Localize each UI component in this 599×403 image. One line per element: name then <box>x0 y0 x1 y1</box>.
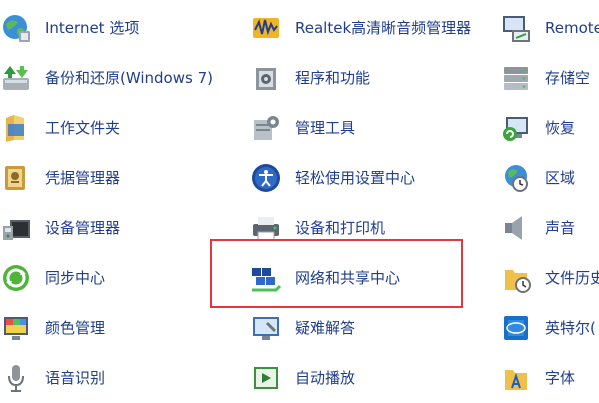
programs-features-icon <box>250 62 282 94</box>
item-label: 同步中心 <box>45 269 106 287</box>
item-remote-app[interactable]: Remote <box>500 3 599 53</box>
color-management-icon <box>0 312 32 344</box>
item-label: 语音识别 <box>45 369 106 387</box>
internet-options-icon <box>0 12 32 44</box>
item-label: 声音 <box>545 219 576 237</box>
item-label: 凭据管理器 <box>45 169 121 187</box>
item-label: 恢复 <box>545 119 576 137</box>
item-label: 备份和还原(Windows 7) <box>45 69 213 87</box>
intel-graphics-icon <box>500 312 532 344</box>
region-icon <box>500 162 532 194</box>
item-troubleshooting[interactable]: 疑难解答 <box>250 303 355 353</box>
item-label: 设备和打印机 <box>295 219 386 237</box>
admin-tools-icon <box>250 112 282 144</box>
remote-app-icon <box>500 12 532 44</box>
item-device-manager[interactable]: 设备管理器 <box>0 203 120 253</box>
item-sync-center[interactable]: 同步中心 <box>0 253 105 303</box>
item-internet-options[interactable]: Internet 选项 <box>0 3 139 53</box>
item-storage-spaces[interactable]: 存储空 <box>500 53 590 103</box>
autoplay-icon <box>250 362 282 394</box>
item-work-folders[interactable]: 工作文件夹 <box>0 103 120 153</box>
item-label: 程序和功能 <box>295 69 371 87</box>
item-label: 工作文件夹 <box>45 119 121 137</box>
file-history-icon <box>500 262 532 294</box>
item-admin-tools[interactable]: 管理工具 <box>250 103 355 153</box>
item-label: 字体 <box>545 369 576 387</box>
storage-spaces-icon <box>500 62 532 94</box>
item-label: 文件历史 <box>545 269 599 287</box>
item-region[interactable]: 区域 <box>500 153 575 203</box>
device-manager-icon <box>0 212 32 244</box>
item-realtek-audio[interactable]: Realtek高清晰音频管理器 <box>250 3 471 53</box>
item-programs-features[interactable]: 程序和功能 <box>250 53 370 103</box>
item-backup-restore[interactable]: 备份和还原(Windows 7) <box>0 53 213 103</box>
speech-recognition-icon <box>0 362 32 394</box>
item-label: Remote <box>545 19 599 37</box>
item-label: 轻松使用设置中心 <box>295 169 416 187</box>
item-label: 颜色管理 <box>45 319 106 337</box>
work-folders-icon <box>0 112 32 144</box>
backup-restore-icon <box>0 62 32 94</box>
item-label: Realtek高清晰音频管理器 <box>295 19 472 37</box>
item-intel-graphics[interactable]: 英特尔( <box>500 303 596 353</box>
recovery-icon <box>500 112 532 144</box>
item-label: 存储空 <box>545 69 591 87</box>
item-label: 英特尔( <box>545 319 596 337</box>
ease-of-access-icon <box>250 162 282 194</box>
troubleshooting-icon <box>250 312 282 344</box>
item-label: 管理工具 <box>295 119 356 137</box>
item-label: 区域 <box>545 169 576 187</box>
sound-icon <box>500 212 532 244</box>
item-autoplay[interactable]: 自动播放 <box>250 353 355 403</box>
item-label: 自动播放 <box>295 369 356 387</box>
control-panel-grid: Internet 选项 备份和还原(Windows 7) 工作文件夹 凭据管理器… <box>0 3 599 403</box>
realtek-audio-icon <box>250 12 282 44</box>
credential-manager-icon <box>0 162 32 194</box>
item-label: 设备管理器 <box>45 219 121 237</box>
sync-center-icon <box>0 262 32 294</box>
item-file-history[interactable]: 文件历史 <box>500 253 599 303</box>
item-fonts[interactable]: 字体 <box>500 353 575 403</box>
item-label: Internet 选项 <box>45 19 140 37</box>
item-speech-recognition[interactable]: 语音识别 <box>0 353 105 403</box>
item-recovery[interactable]: 恢复 <box>500 103 575 153</box>
item-color-management[interactable]: 颜色管理 <box>0 303 105 353</box>
fonts-icon <box>500 362 532 394</box>
item-ease-of-access[interactable]: 轻松使用设置中心 <box>250 153 415 203</box>
item-credential-manager[interactable]: 凭据管理器 <box>0 153 120 203</box>
item-label: 疑难解答 <box>295 319 356 337</box>
highlight-box <box>210 239 463 308</box>
item-sound[interactable]: 声音 <box>500 203 575 253</box>
